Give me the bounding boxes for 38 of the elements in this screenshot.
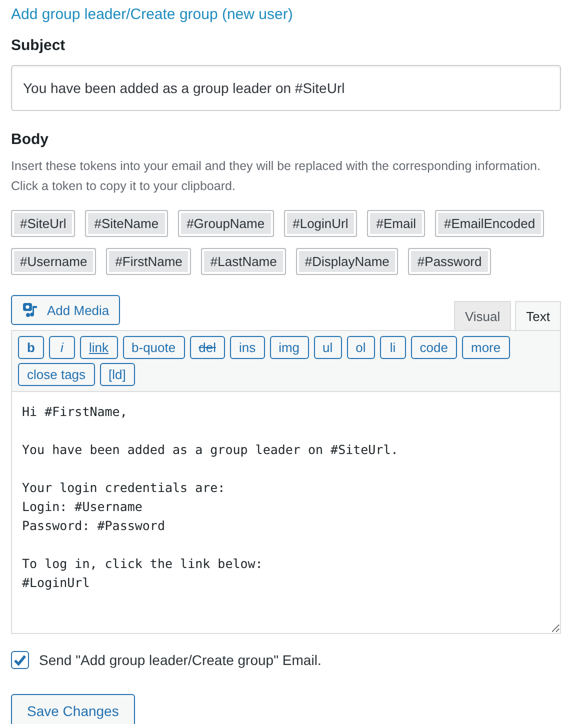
subject-field[interactable]: You have been added as a group leader on #SiteUrl — [11, 65, 561, 111]
token-button[interactable]: #SiteName — [85, 210, 168, 237]
token-button[interactable]: #LoginUrl — [284, 210, 358, 237]
save-button[interactable]: Save Changes — [11, 694, 135, 724]
subject-label: Subject — [11, 37, 66, 54]
token-button[interactable]: #Password — [408, 248, 491, 275]
token-button[interactable]: #DisplayName — [296, 248, 398, 275]
quicktag-button[interactable]: del — [190, 336, 225, 359]
token-button[interactable]: #EmailEncoded — [435, 210, 544, 237]
email-body-field[interactable]: Hi #FirstName, You have been added as a group leader on #SiteUrl. Your login credentials are: Login: #Username Password: #Password To log in, click the link below: #LoginUrl — [11, 392, 561, 634]
body-description: Insert these tokens into your email and they will be replaced with the corresponding information. Click a token to copy it to your clipboard. — [11, 158, 542, 195]
media-icon — [22, 302, 40, 318]
token-button[interactable]: #LastName — [201, 248, 286, 275]
quicktag-button[interactable]: i — [49, 336, 75, 359]
quicktag-button[interactable]: img — [270, 336, 309, 359]
quicktag-button[interactable]: link — [80, 336, 118, 359]
quicktag-button[interactable]: code — [410, 336, 457, 359]
quicktag-button[interactable]: close tags — [18, 363, 95, 386]
token-button[interactable]: #Email — [367, 210, 426, 237]
quicktag-button[interactable]: b-quote — [122, 336, 185, 359]
body-label: Body — [11, 131, 50, 148]
editor-tab[interactable]: Text — [515, 301, 561, 330]
quicktag-button[interactable]: b — [18, 336, 44, 359]
token-button[interactable]: #GroupName — [178, 210, 274, 237]
quicktag-button[interactable]: li — [380, 336, 406, 359]
send-email-checkbox[interactable] — [11, 651, 29, 669]
quicktag-button[interactable]: [ld] — [100, 363, 135, 386]
quicktag-button[interactable]: ul — [314, 336, 342, 359]
token-button[interactable]: #SiteUrl — [11, 210, 76, 237]
token-button[interactable]: #FirstName — [106, 248, 192, 275]
editor-tab[interactable]: Visual — [454, 301, 512, 330]
quicktag-button[interactable]: ol — [346, 336, 375, 359]
quicktag-button[interactable]: more — [462, 336, 510, 359]
section-title: Add group leader/Create group (new user) — [11, 6, 294, 25]
add-media-button[interactable]: Add Media — [11, 295, 120, 325]
send-email-label: Send "Add group leader/Create group" Email. — [39, 652, 322, 668]
quicktag-button[interactable]: ins — [230, 336, 265, 359]
token-button[interactable]: #Username — [11, 248, 96, 275]
